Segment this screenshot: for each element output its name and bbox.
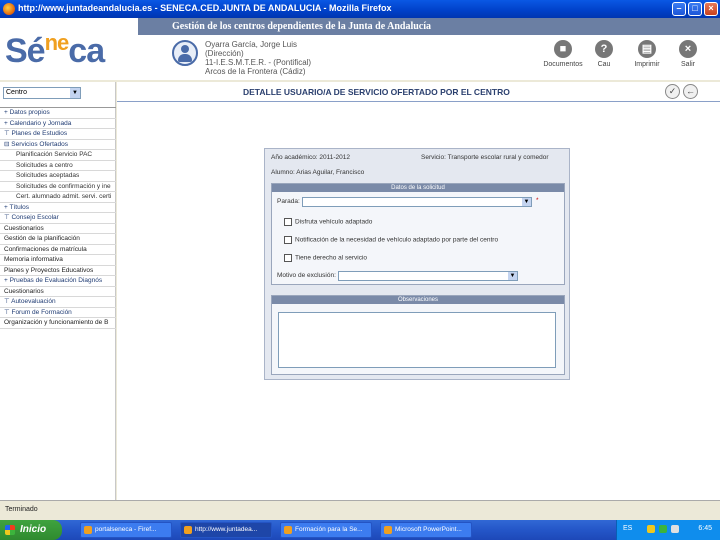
tray-shield-icon[interactable] [647,525,655,533]
task-powerpoint[interactable]: Microsoft PowerPoint... [380,522,472,538]
required-mark: * [536,197,539,204]
academic-year: Año académico: 2011-2012 Servicio: Trans… [271,154,549,161]
task-formacion[interactable]: Formación para la Se... [280,522,372,538]
language-indicator[interactable]: ES [623,525,632,532]
profile-select[interactable]: Centro ▼ [3,87,81,99]
exclusion-label: Motivo de exclusión: [277,272,336,279]
sidebar-item[interactable]: Solicitudes a centro [0,161,116,171]
request-fieldset: Datos de la solicitud Parada: ▼ * Disfru… [271,183,565,285]
app-header: Gestión de los centros dependientes de l… [0,18,720,80]
stop-select[interactable]: ▼ [302,197,532,207]
exit-button[interactable]: × Salir [666,40,710,68]
maximize-button[interactable]: □ [688,2,702,16]
close-window-button[interactable]: × [704,2,718,16]
sidebar-item[interactable]: + Títulos [0,203,116,213]
observations-fieldset: Observaciones [271,295,565,375]
chevron-down-icon: ▼ [70,88,80,98]
task-juntadeandalucia[interactable]: http://www.juntadea... [180,522,272,538]
minimize-button[interactable]: – [672,2,686,16]
print-button[interactable]: ▤ Imprimir [625,40,669,68]
exit-icon: × [679,40,697,58]
sidebar-item[interactable]: ⊤ Planes de Estudios [0,129,116,140]
sidebar-item[interactable]: Solicitudes aceptadas [0,171,116,182]
page-title: DETALLE USUARIO/A DE SERVICIO OFERTADO P… [243,87,510,97]
sidebar-item[interactable]: + Datos propios [0,108,116,119]
back-button[interactable]: ← [683,84,698,99]
main-content: DETALLE USUARIO/A DE SERVICIO OFERTADO P… [117,82,720,500]
sidebar-item[interactable]: Solicitudes de confirmación y ine [0,182,116,192]
stop-label: Parada: [277,198,300,205]
cau-button[interactable]: ? Cau [582,40,626,68]
sidebar: Centro ▼ + Datos propios + Calendario y J… [0,82,116,500]
task-portalseneca[interactable]: portalseneca - Firef... [80,522,172,538]
request-legend: Datos de la solicitud [272,184,564,192]
service-right-checkbox[interactable]: Tiene derecho al servicio [284,254,367,262]
adapted-vehicle-checkbox[interactable]: Disfruta vehículo adaptado [284,218,372,226]
sidebar-item[interactable]: Cuestionarios [0,224,116,234]
sidebar-item[interactable]: Memoria informativa [0,255,116,266]
sidebar-item[interactable]: ⊤ Autoevaluación [0,297,116,308]
tray-network-icon[interactable] [659,525,667,533]
student-name: Alumno: Arias Aguilar, Francisco [271,169,365,176]
firefox-icon [3,3,15,15]
sidebar-item[interactable]: ⊤ Forum de Formación [0,308,116,318]
observations-legend: Observaciones [272,296,564,304]
checkbox-icon[interactable] [284,218,292,226]
system-tray: ES 6:45 [616,520,720,540]
help-icon: ? [595,40,613,58]
banner: Gestión de los centros dependientes de l… [138,18,720,35]
browser-title-bar[interactable]: http://www.juntadeandalucia.es - SENECA.… [0,0,720,18]
observations-textarea[interactable] [278,312,556,368]
exclusion-select[interactable]: ▼ [338,271,518,281]
clock: 6:45 [698,525,712,532]
print-icon: ▤ [638,40,656,58]
user-info: Oyarra García, Jorge Luis (Dirección) 11… [205,40,312,76]
start-button[interactable]: Inicio [0,520,62,540]
sidebar-item[interactable]: ⊤ Consejo Escolar [0,213,116,224]
window-title: http://www.juntadeandalucia.es - SENECA.… [18,3,392,13]
seneca-logo: Séneca [5,30,105,70]
documents-icon: ■ [554,40,572,58]
accept-button[interactable]: ✓ [665,84,680,99]
sidebar-item[interactable]: Cuestionarios [0,287,116,297]
checkbox-icon[interactable] [284,254,292,262]
checkbox-icon[interactable] [284,236,292,244]
sidebar-item[interactable]: Organización y funcionamiento de B [0,318,116,329]
sidebar-item[interactable]: Cert. alumnado admit. servi. certi [0,192,116,203]
documents-button[interactable]: ■ Documentos [541,40,585,68]
page-title-bar: DETALLE USUARIO/A DE SERVICIO OFERTADO P… [117,82,720,102]
sidebar-item[interactable]: Gestión de la planificación [0,234,116,245]
status-text: Terminado [5,506,38,513]
sidebar-item[interactable]: Planes y Proyectos Educativos [0,266,116,276]
chevron-down-icon: ▼ [508,272,517,280]
sidebar-item[interactable]: + Pruebas de Evaluación Diagnós [0,276,116,287]
sidebar-item[interactable]: Planificación Servicio PAC [0,150,116,161]
detail-form: Año académico: 2011-2012 Servicio: Trans… [264,148,570,380]
service-label: Servicio: Transporte escolar rural y com… [421,154,549,161]
sidebar-item[interactable]: ⊟ Servicios Ofertados [0,140,116,150]
notification-checkbox[interactable]: Notificación de la necesidad de vehículo… [284,236,498,244]
windows-taskbar: Inicio portalseneca - Firef... http://ww… [0,520,720,540]
browser-status-bar: Terminado [0,500,720,520]
chevron-down-icon: ▼ [522,198,531,206]
sidebar-menu: + Datos propios + Calendario y Jornada ⊤ P… [0,107,116,329]
sidebar-item[interactable]: + Calendario y Jornada [0,119,116,129]
sidebar-item[interactable]: Confirmaciones de matrícula [0,245,116,255]
tray-volume-icon[interactable] [671,525,679,533]
user-avatar-icon [172,40,198,66]
banner-title: Gestión de los centros dependientes de l… [172,21,432,32]
